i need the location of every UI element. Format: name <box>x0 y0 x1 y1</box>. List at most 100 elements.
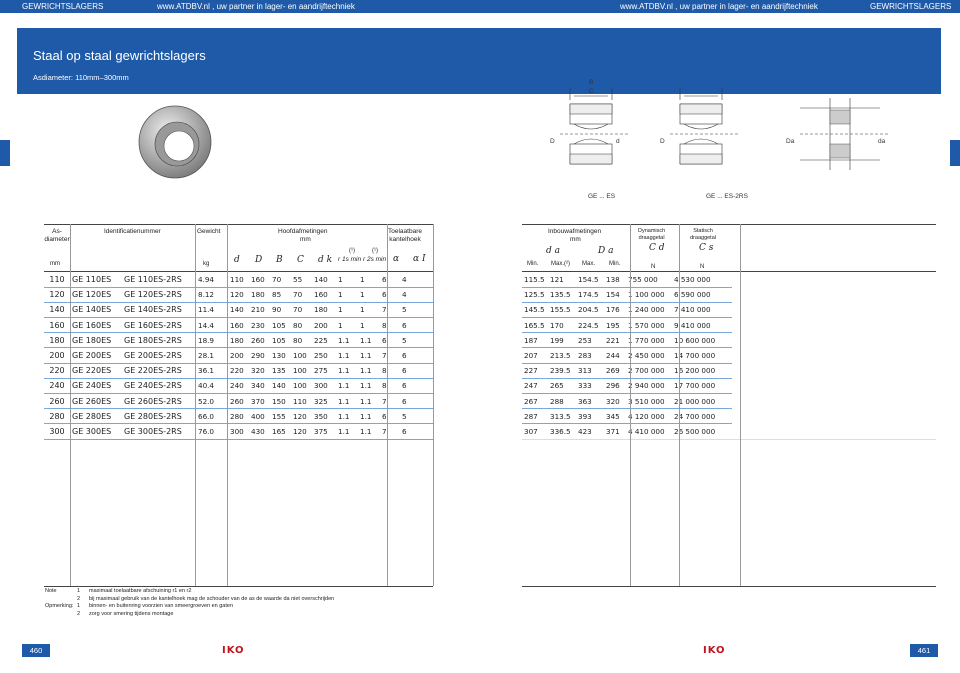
hdr-mount-unit: mm <box>570 236 581 243</box>
table-cell: 260 <box>228 393 249 410</box>
table-cell: 130 <box>270 347 291 364</box>
footnote: 2 bij maximaal gebruik van de kantelhoek … <box>45 596 334 604</box>
table-row: 307 336.5 423 371 4 410 000 26 500 000 <box>522 423 732 440</box>
table-cell: 275 <box>312 363 336 379</box>
table-cell: GE 260ES-2RS <box>122 393 196 410</box>
table-cell: 154.5 <box>576 272 604 288</box>
table-cell: 227 <box>522 363 548 379</box>
hdr-alpha: α <box>393 254 400 264</box>
left-table-bottom-rule <box>44 586 433 587</box>
hdr-weight: Gewicht <box>197 228 221 235</box>
table-cell: 1.1 <box>358 363 380 379</box>
table-cell: 140 <box>312 272 336 288</box>
hdr-da: d a <box>546 246 560 256</box>
table-cell: 200 <box>312 317 336 334</box>
table-cell: 154 <box>604 287 626 303</box>
table-row: 187 199 253 221 1 770 000 10 600 000 <box>522 332 732 349</box>
table-cell: 240 <box>44 378 70 395</box>
table-row: 125.5 135.5 174.5 154 1 100 000 6 590 000 <box>522 287 732 303</box>
table-cell: 210 <box>249 302 270 319</box>
table-cell: 180 <box>312 302 336 319</box>
table-cell: 7 <box>380 393 400 410</box>
table-cell: 1.1 <box>336 378 358 395</box>
table-cell: 115.5 <box>522 272 548 288</box>
table-cell: 1 <box>358 317 380 334</box>
hdr-alpha1: α I <box>413 254 426 264</box>
table-cell: 138 <box>604 272 626 288</box>
table-cell: 1 <box>336 317 358 334</box>
table-cell: 70 <box>270 272 291 288</box>
label-D-2: D <box>660 138 665 145</box>
table-cell: 120 <box>44 287 70 303</box>
table-cell: 375 <box>312 423 336 440</box>
table-cell: GE 260ES <box>70 393 122 410</box>
table-cell: 100 <box>291 347 312 364</box>
right-data-table: 115.5 121 154.5 138 755 000 4 530 000 125.5 135… <box>522 272 732 440</box>
table-cell: 28.1 <box>196 347 228 364</box>
label-ge-es: GE ... ES <box>588 193 616 200</box>
table-cell: 80 <box>291 332 312 349</box>
hdr-min2: Min. <box>609 261 621 267</box>
hdr-B: B <box>276 255 283 265</box>
table-cell: 290 <box>249 347 270 364</box>
table-cell: 400 <box>249 408 270 425</box>
table-cell: 224.5 <box>576 317 604 334</box>
hdr-C: C <box>297 255 304 265</box>
table-cell: 26 500 000 <box>672 423 732 440</box>
table-cell: 16 200 000 <box>672 363 732 379</box>
table-cell: 1 240 000 <box>626 302 672 319</box>
right-table-bottom-rule <box>522 586 936 587</box>
hdr-mount: Inbouwafmetingen <box>548 228 602 235</box>
table-cell: 52.0 <box>196 393 228 410</box>
header-link-right[interactable]: www.ATDBV.nl , uw partner in lager- en a… <box>620 2 818 11</box>
table-row: 280 GE 280ES GE 280ES-2RS 66.0 280 400 155 120 3… <box>44 408 433 425</box>
table-cell: 70 <box>291 302 312 319</box>
table-cell: 160 <box>312 287 336 303</box>
vrule <box>679 224 680 586</box>
table-cell: 105 <box>270 332 291 349</box>
table-cell: 247 <box>522 378 548 395</box>
table-cell: 6 590 000 <box>672 287 732 303</box>
table-cell: 320 <box>604 393 626 410</box>
bearing-photo <box>138 105 212 179</box>
footnote-label <box>45 596 77 604</box>
drawing-ge-es <box>560 88 630 165</box>
vrule <box>70 224 71 586</box>
table-cell: 393 <box>576 408 604 425</box>
table-cell: 160 <box>228 317 249 334</box>
table-cell: 253 <box>576 332 604 349</box>
table-cell: 8 <box>380 378 400 395</box>
table-cell: 430 <box>249 423 270 440</box>
table-cell: 225 <box>312 332 336 349</box>
table-row: 300 GE 300ES GE 300ES-2RS 76.0 300 430 165 120 3… <box>44 423 433 440</box>
table-cell: 105 <box>270 317 291 334</box>
table-cell: 14 700 000 <box>672 347 732 364</box>
table-cell: 76.0 <box>196 423 228 440</box>
table-cell: 8 <box>380 363 400 379</box>
label-ge-es-2rs: GE ... ES-2RS <box>706 193 748 200</box>
page-number-left: 460 <box>22 644 50 657</box>
table-cell: 4 530 000 <box>672 272 732 288</box>
table-cell: 313.5 <box>548 408 576 425</box>
table-cell: 135.5 <box>548 287 576 303</box>
table-cell: 150 <box>270 393 291 410</box>
table-cell: 207 <box>522 347 548 364</box>
table-row: 145.5 155.5 204.5 176 1 240 000 7 410 000 <box>522 302 732 319</box>
label-C: C <box>589 88 594 95</box>
table-cell: 4.94 <box>196 272 228 288</box>
table-cell: 1 <box>358 302 380 319</box>
table-cell: 199 <box>548 332 576 349</box>
table-cell: GE 160ES-2RS <box>122 317 196 334</box>
table-cell: 1 <box>336 272 358 288</box>
table-cell: 1.1 <box>336 408 358 425</box>
hdr-dyn: Dynamisch draaggetal <box>638 228 666 241</box>
table-cell: 5 <box>400 332 433 349</box>
footnote-label: Note <box>45 588 57 594</box>
left-data-table: 110 GE 110ES GE 110ES-2RS 4.94 110 160 70 55 140… <box>44 272 433 440</box>
table-row: 180 GE 180ES GE 180ES-2RS 18.9 180 260 105 80 22… <box>44 332 433 349</box>
table-cell: 7 <box>380 347 400 364</box>
header-link-left[interactable]: www.ATDBV.nl , uw partner in lager- en a… <box>157 2 355 11</box>
table-cell: 260 <box>44 393 70 410</box>
table-cell: 125.5 <box>522 287 548 303</box>
vrule <box>630 224 631 586</box>
